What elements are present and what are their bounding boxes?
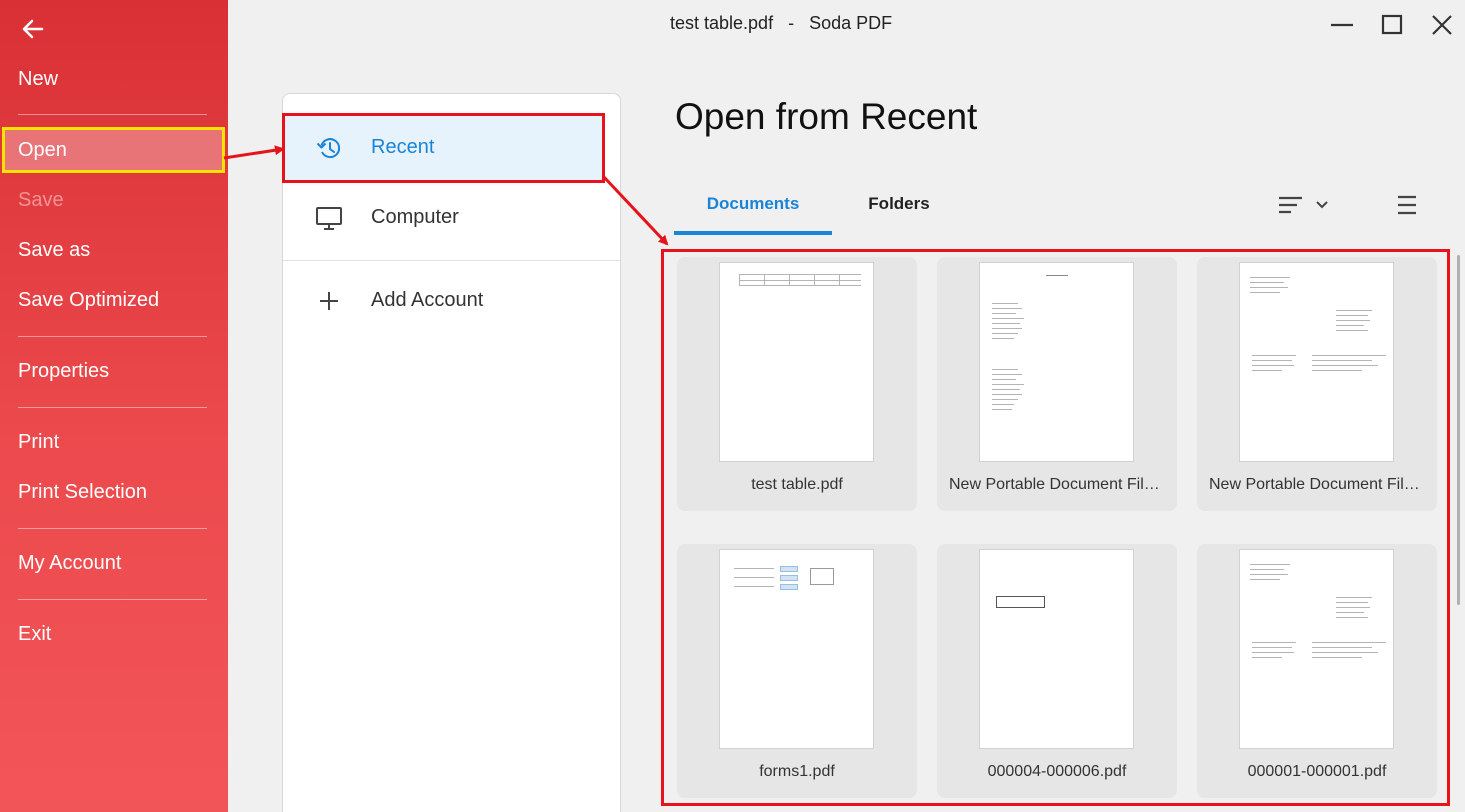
tab-documents[interactable]: Documents xyxy=(674,185,832,235)
source-computer-label: Computer xyxy=(371,206,459,228)
maximize-icon xyxy=(1381,14,1403,35)
source-recent-label: Recent xyxy=(371,136,435,158)
page-title: Open from Recent xyxy=(675,96,978,137)
menu-properties[interactable]: Properties xyxy=(0,351,228,391)
menu-save[interactable]: Save xyxy=(0,180,228,220)
menu-my-account[interactable]: My Account xyxy=(0,543,228,583)
chevron-down-icon xyxy=(1316,201,1328,209)
window-app-name: Soda PDF xyxy=(809,13,893,33)
history-icon xyxy=(316,138,341,159)
document-thumbnail xyxy=(1239,549,1394,749)
file-menu-sidebar: New Open Save Save as Save Optimized Pro… xyxy=(0,0,228,812)
divider xyxy=(18,528,207,529)
document-thumbnail xyxy=(1239,262,1394,462)
document-thumbnail xyxy=(979,262,1134,462)
menu-exit[interactable]: Exit xyxy=(0,614,228,654)
document-card[interactable]: New Portable Document File.pdf xyxy=(937,257,1177,511)
window-title-separator: - xyxy=(788,13,795,33)
maximize-button[interactable] xyxy=(1377,10,1407,40)
document-card[interactable]: New Portable Document File (2).pdf xyxy=(1197,257,1437,511)
document-thumbnail xyxy=(719,262,874,462)
document-name: forms1.pdf xyxy=(759,763,835,780)
back-button[interactable] xyxy=(18,14,50,44)
sort-button[interactable] xyxy=(1276,192,1334,218)
divider xyxy=(18,336,207,337)
source-add-account[interactable]: Add Account xyxy=(285,269,602,333)
document-thumbnail xyxy=(979,549,1134,749)
menu-print[interactable]: Print xyxy=(0,422,228,462)
open-sources-panel: Recent Computer Add Account xyxy=(282,93,621,812)
document-name: 000004-000006.pdf xyxy=(987,763,1127,780)
document-thumbnail xyxy=(719,549,874,749)
window-file-name: test table.pdf xyxy=(670,13,774,33)
document-card[interactable]: forms1.pdf xyxy=(677,544,917,798)
window-title: test table.pdf - Soda PDF xyxy=(670,13,892,34)
document-name: test table.pdf xyxy=(751,476,843,493)
document-card[interactable]: 000001-000001.pdf xyxy=(1197,544,1437,798)
document-card[interactable]: 000004-000006.pdf xyxy=(937,544,1177,798)
plus-icon xyxy=(320,292,338,310)
source-add-account-label: Add Account xyxy=(371,289,484,311)
divider xyxy=(18,407,207,408)
source-recent[interactable]: Recent xyxy=(282,113,605,183)
monitor-icon xyxy=(316,207,342,230)
menu-save-optimized[interactable]: Save Optimized xyxy=(0,280,228,320)
grid-scrollbar[interactable] xyxy=(1457,255,1460,605)
document-name: 000001-000001.pdf xyxy=(1247,763,1387,780)
document-name: New Portable Document File (2).pdf xyxy=(1209,476,1425,493)
arrow-left-icon xyxy=(22,19,44,39)
menu-save-as[interactable]: Save as xyxy=(0,230,228,270)
tab-folders[interactable]: Folders xyxy=(846,185,952,235)
sort-icon xyxy=(1279,196,1328,214)
panel-divider xyxy=(283,260,620,261)
minimize-button[interactable] xyxy=(1327,10,1357,40)
document-name: New Portable Document File.pdf xyxy=(949,476,1165,493)
list-view-icon xyxy=(1398,195,1416,215)
close-icon xyxy=(1432,15,1452,35)
divider xyxy=(18,599,207,600)
document-card[interactable]: test table.pdf xyxy=(677,257,917,511)
list-view-button[interactable] xyxy=(1394,192,1420,218)
menu-new[interactable]: New xyxy=(0,59,228,99)
menu-open[interactable]: Open xyxy=(2,127,225,173)
minimize-icon xyxy=(1331,23,1353,27)
divider xyxy=(18,114,207,115)
title-bar: test table.pdf - Soda PDF xyxy=(228,0,1465,50)
menu-print-selection[interactable]: Print Selection xyxy=(0,472,228,512)
close-button[interactable] xyxy=(1427,10,1457,40)
source-computer[interactable]: Computer xyxy=(285,186,602,250)
